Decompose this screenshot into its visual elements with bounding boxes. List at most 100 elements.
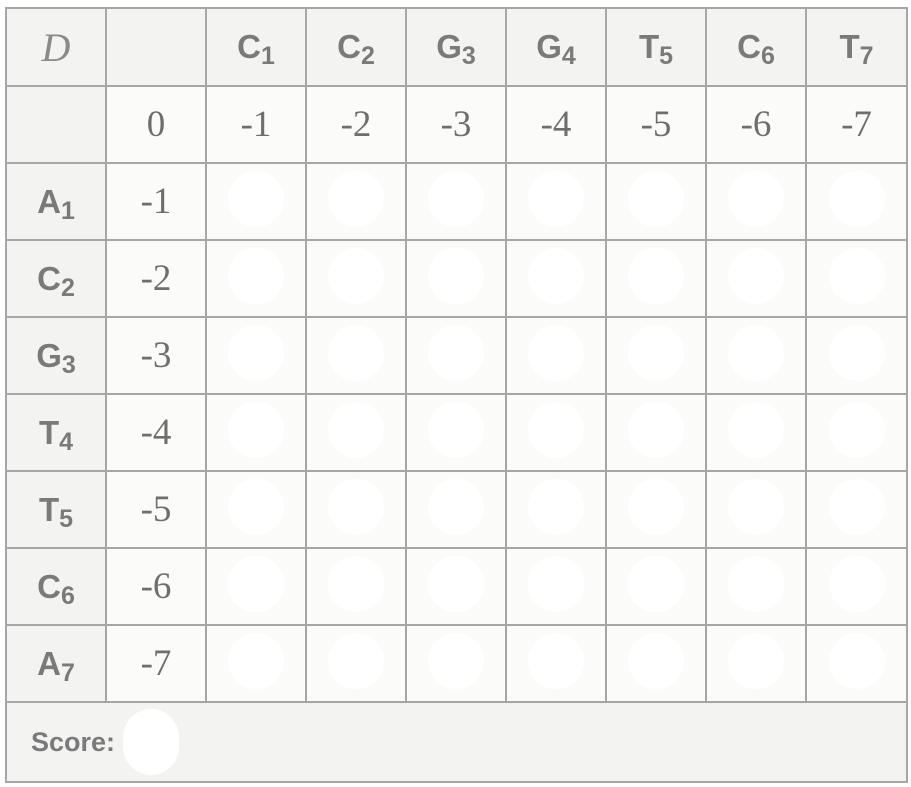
cell-input-slot[interactable] (628, 171, 684, 227)
cell-input-slot[interactable] (728, 248, 784, 304)
matrix-row: T4 -4 (5, 393, 908, 472)
cell-input-slot[interactable] (428, 556, 484, 612)
cell-input-slot[interactable] (728, 171, 784, 227)
cell-input-slot[interactable] (628, 325, 684, 381)
cell-input-slot[interactable] (328, 402, 384, 458)
cell-input-slot[interactable] (428, 633, 484, 689)
row-header: C2 (5, 239, 107, 318)
matrix-cell (805, 393, 908, 472)
matrix-cell (505, 316, 607, 395)
matrix-cell (405, 393, 507, 472)
matrix-row: C2 -2 (5, 239, 908, 318)
dp-matrix-table: D C1 C2 G3 G4 T5 C6 T7 0 -1 -2 -3 -4 -5 -6 -7 A1 -1 C2 -2 G3… (5, 7, 908, 783)
matrix-cell (805, 470, 908, 549)
matrix-cell (605, 316, 707, 395)
init-value-cell: -6 (705, 85, 807, 164)
cell-input-slot[interactable] (728, 325, 784, 381)
cell-input-slot[interactable] (728, 633, 784, 689)
cell-input-slot[interactable] (628, 556, 684, 612)
cell-input-slot[interactable] (228, 248, 284, 304)
matrix-cell (805, 624, 908, 703)
matrix-cell (405, 547, 507, 626)
cell-input-slot[interactable] (528, 402, 584, 458)
column-header-row: D C1 C2 G3 G4 T5 C6 T7 (5, 7, 908, 87)
matrix-cell (405, 316, 507, 395)
cell-input-slot[interactable] (528, 171, 584, 227)
row-header: G3 (5, 316, 107, 395)
cell-input-slot[interactable] (628, 248, 684, 304)
cell-input-slot[interactable] (528, 479, 584, 535)
cell-input-slot[interactable] (828, 171, 885, 227)
matrix-row: A7 -7 (5, 624, 908, 703)
cell-input-slot[interactable] (328, 325, 384, 381)
column-header: C1 (205, 7, 307, 87)
matrix-cell (805, 316, 908, 395)
matrix-cell (305, 470, 407, 549)
cell-input-slot[interactable] (228, 633, 284, 689)
cell-input-slot[interactable] (828, 556, 885, 612)
base-letter: C (737, 28, 761, 65)
cell-input-slot[interactable] (528, 325, 584, 381)
base-index: 1 (60, 196, 75, 225)
cell-input-slot[interactable] (828, 402, 885, 458)
cell-input-slot[interactable] (628, 633, 684, 689)
column-header: T5 (605, 7, 707, 87)
column-header: G4 (505, 7, 607, 87)
cell-input-slot[interactable] (528, 633, 584, 689)
cell-input-slot[interactable] (828, 248, 885, 304)
matrix-cell (405, 162, 507, 241)
cell-input-slot[interactable] (528, 556, 584, 612)
matrix-cell (705, 239, 807, 318)
init-value-cell: -6 (105, 547, 207, 626)
cell-input-slot[interactable] (828, 633, 885, 689)
row-header: T4 (5, 393, 107, 472)
matrix-cell (705, 624, 807, 703)
base-letter: T (38, 413, 60, 451)
cell-input-slot[interactable] (628, 479, 684, 535)
cell-input-slot[interactable] (228, 171, 284, 227)
cell-input-slot[interactable] (828, 325, 885, 381)
matrix-cell (305, 393, 407, 472)
matrix-cell (605, 547, 707, 626)
base-index: 4 (59, 427, 74, 456)
cell-input-slot[interactable] (628, 402, 684, 458)
base-letter: G (536, 28, 562, 65)
cell-input-slot[interactable] (228, 402, 284, 458)
base-index: 7 (859, 42, 874, 70)
cell-input-slot[interactable] (528, 248, 584, 304)
matrix-cell (405, 470, 507, 549)
cell-input-slot[interactable] (328, 633, 384, 689)
matrix-cell (505, 162, 607, 241)
cell-input-slot[interactable] (328, 479, 384, 535)
base-letter: T (638, 28, 660, 65)
cell-input-slot[interactable] (728, 556, 784, 612)
cell-input-slot[interactable] (328, 556, 384, 612)
row-header: A1 (5, 162, 107, 241)
cell-input-slot[interactable] (728, 479, 784, 535)
cell-input-slot[interactable] (428, 402, 484, 458)
score-input-slot[interactable] (123, 709, 180, 775)
base-index: 6 (760, 42, 775, 70)
cell-input-slot[interactable] (428, 325, 484, 381)
matrix-row: T5 -5 (5, 470, 908, 549)
matrix-cell (805, 162, 908, 241)
column-header: C6 (705, 7, 807, 87)
empty-row-header (5, 85, 107, 164)
matrix-symbol: D (5, 7, 107, 87)
base-letter: C (337, 28, 361, 65)
cell-input-slot[interactable] (228, 556, 284, 612)
matrix-cell (705, 547, 807, 626)
cell-input-slot[interactable] (428, 248, 484, 304)
cell-input-slot[interactable] (428, 479, 484, 535)
cell-input-slot[interactable] (228, 325, 284, 381)
cell-input-slot[interactable] (828, 479, 885, 535)
matrix-cell (205, 624, 307, 703)
cell-input-slot[interactable] (728, 402, 784, 458)
empty-header-cell (105, 7, 207, 87)
cell-input-slot[interactable] (228, 479, 284, 535)
cell-input-slot[interactable] (428, 171, 484, 227)
cell-input-slot[interactable] (328, 248, 384, 304)
matrix-cell (305, 624, 407, 703)
matrix-cell (305, 239, 407, 318)
cell-input-slot[interactable] (328, 171, 384, 227)
